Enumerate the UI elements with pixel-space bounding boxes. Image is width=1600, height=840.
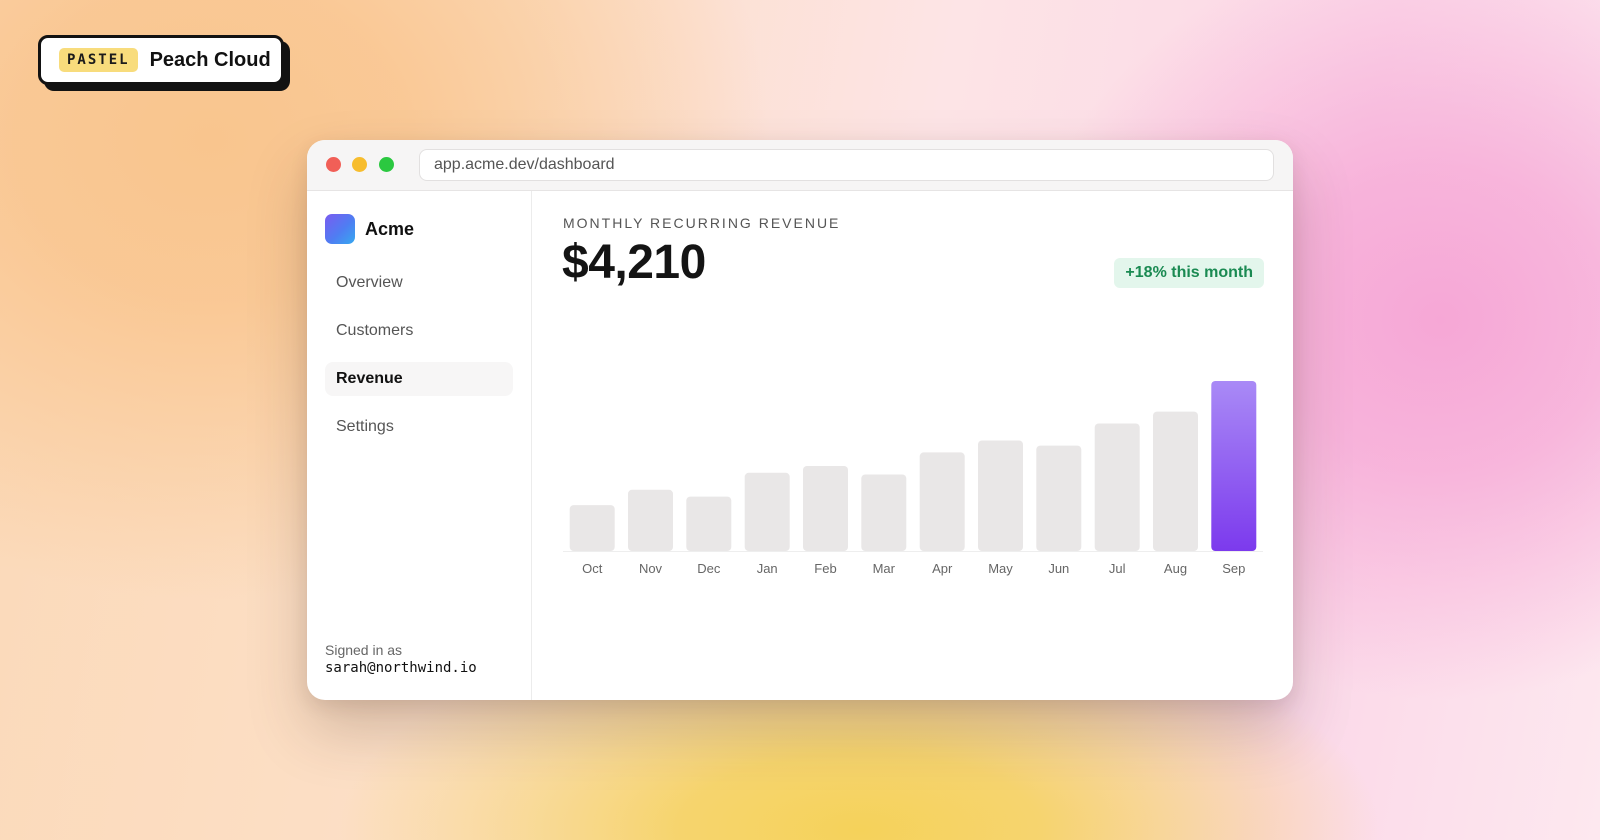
- window-body: Acme Overview Customers Revenue Settings…: [307, 191, 1293, 700]
- sidebar-brand[interactable]: Acme: [325, 214, 414, 244]
- sidebar: Acme Overview Customers Revenue Settings…: [307, 191, 532, 700]
- zoom-window-button[interactable]: [379, 157, 394, 172]
- bar-mar: [861, 474, 907, 551]
- signed-in-label: Signed in as: [325, 642, 403, 658]
- close-window-button[interactable]: [326, 157, 341, 172]
- tick-label-jun: Jun: [1048, 561, 1069, 576]
- window-titlebar: app.acme.dev/dashboard: [307, 140, 1293, 191]
- bar-aug: [1153, 411, 1198, 551]
- bar-apr: [919, 452, 965, 551]
- sidebar-item-settings[interactable]: Settings: [325, 410, 513, 444]
- bar-feb: [803, 466, 848, 551]
- sidebar-item-customers[interactable]: Customers: [325, 314, 513, 348]
- tick-label-jul: Jul: [1109, 561, 1126, 576]
- url-bar[interactable]: app.acme.dev/dashboard: [419, 149, 1274, 181]
- sidebar-item-revenue[interactable]: Revenue: [325, 362, 513, 396]
- bar-sep: [1211, 381, 1257, 551]
- app-window: app.acme.dev/dashboard Acme Overview Cus…: [307, 140, 1293, 700]
- signed-in-info: Signed in as sarah@northwind.io: [325, 641, 477, 677]
- bar-nov: [628, 489, 673, 551]
- sidebar-item-overview[interactable]: Overview: [325, 266, 513, 300]
- acme-logo-icon: [325, 214, 355, 244]
- brand-pill: PASTEL: [59, 48, 138, 72]
- bar-oct: [569, 505, 615, 551]
- brand-name: Peach Cloud: [149, 48, 271, 71]
- bar-may: [978, 440, 1023, 551]
- bar-jul: [1094, 423, 1140, 551]
- metric-label: MONTHLY RECURRING REVENUE: [563, 215, 841, 231]
- main-content: MONTHLY RECURRING REVENUE $4,210 +18% th…: [533, 191, 1293, 700]
- tick-label-apr: Apr: [932, 561, 953, 576]
- bar-jun: [1036, 445, 1082, 551]
- brand-tag: PASTEL Peach Cloud: [38, 35, 284, 85]
- delta-badge: +18% this month: [1114, 258, 1264, 288]
- signed-in-email: sarah@northwind.io: [325, 660, 477, 676]
- sidebar-nav: Overview Customers Revenue Settings: [325, 266, 513, 458]
- tick-label-aug: Aug: [1164, 561, 1187, 576]
- tick-label-mar: Mar: [873, 561, 896, 576]
- minimize-window-button[interactable]: [352, 157, 367, 172]
- tick-label-jan: Jan: [757, 561, 778, 576]
- tick-label-dec: Dec: [697, 561, 721, 576]
- sidebar-brand-name: Acme: [365, 218, 415, 239]
- bar-dec: [686, 496, 732, 551]
- metric-value: $4,210: [562, 236, 706, 289]
- tick-label-sep: Sep: [1222, 561, 1245, 576]
- bar-jan: [744, 472, 790, 551]
- revenue-bar-chart: Oct Nov Dec Jan Feb Mar Apr May Jun Jul Aug Sep: [563, 381, 1263, 591]
- chart-svg: Oct Nov Dec Jan Feb Mar Apr May Jun Jul Aug Sep: [563, 381, 1263, 576]
- tick-label-nov: Nov: [639, 561, 663, 576]
- tick-label-feb: Feb: [814, 561, 836, 576]
- tick-label-oct: Oct: [582, 561, 603, 576]
- tick-label-may: May: [988, 561, 1013, 576]
